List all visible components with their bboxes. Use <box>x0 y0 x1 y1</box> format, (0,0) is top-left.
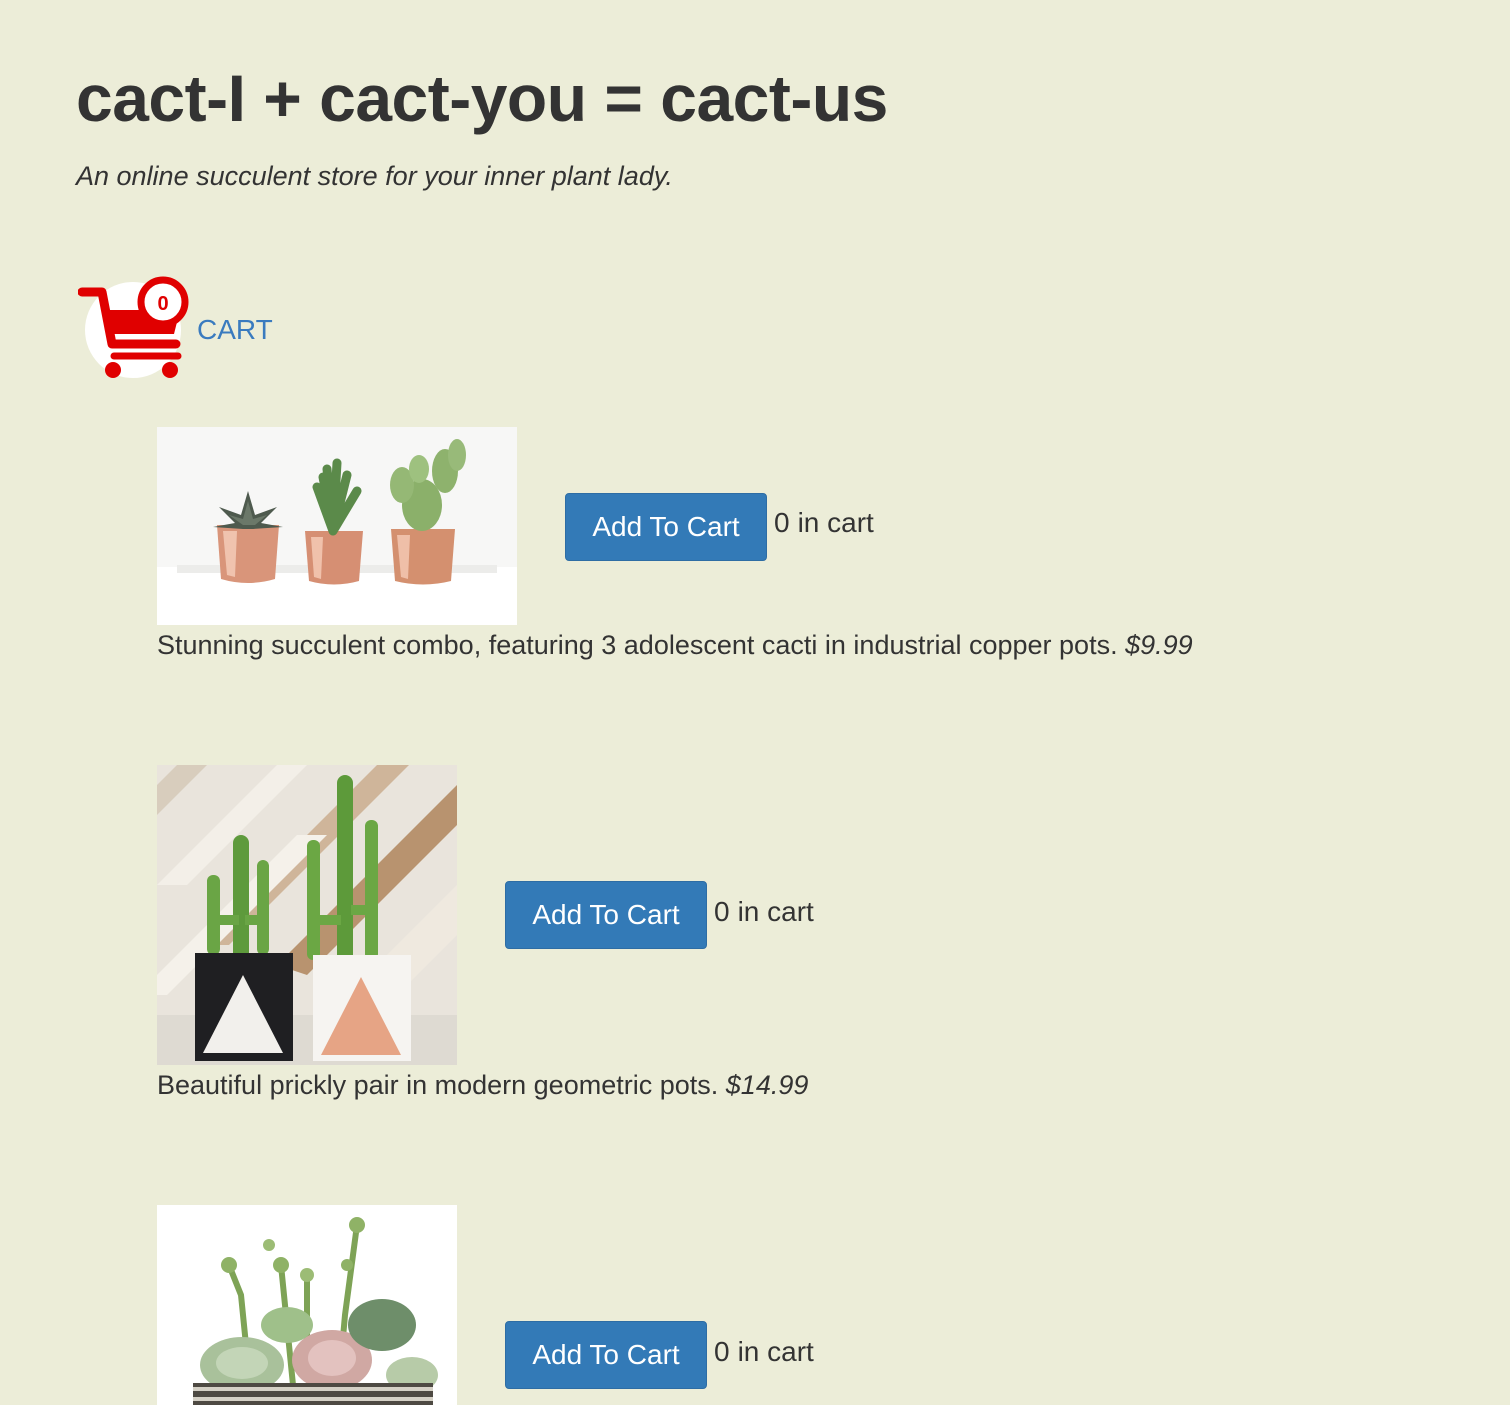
shopping-cart-icon: 0 <box>78 276 189 378</box>
in-cart-status: 0 in cart <box>714 1336 814 1368</box>
in-cart-count: 0 <box>774 507 790 538</box>
product-price: $9.99 <box>1125 630 1193 660</box>
cart-count-badge: 0 <box>157 293 168 315</box>
in-cart-status: 0 in cart <box>714 896 814 928</box>
product-image <box>157 765 457 1065</box>
add-to-cart-button[interactable]: Add To Cart <box>505 881 707 949</box>
product-price: $14.99 <box>725 1070 809 1100</box>
in-cart-status: 0 in cart <box>774 507 874 539</box>
product-item: Add To Cart 0 in cart Beautiful prickly p… <box>157 765 1157 1105</box>
add-to-cart-button[interactable]: Add To Cart <box>565 493 767 561</box>
product-description-text: Stunning succulent combo, featuring 3 ad… <box>157 630 1118 660</box>
product-description-text: Beautiful prickly pair in modern geometr… <box>157 1070 719 1100</box>
in-cart-label: in cart <box>737 896 814 927</box>
product-description: Stunning succulent combo, featuring 3 ad… <box>157 629 1193 661</box>
product-item: Add To Cart 0 in cart Stunning succulent … <box>157 427 1357 667</box>
product-image <box>157 1205 457 1405</box>
in-cart-count: 0 <box>714 1336 730 1367</box>
add-to-cart-button[interactable]: Add To Cart <box>505 1321 707 1389</box>
page-tagline: An online succulent store for your inner… <box>76 161 673 191</box>
in-cart-label: in cart <box>797 507 874 538</box>
cart-link[interactable]: 0 CART <box>78 272 278 384</box>
in-cart-count: 0 <box>714 896 730 927</box>
product-item: Add To Cart 0 in cart <box>157 1205 1157 1405</box>
page-title: cact-I + cact-you = cact-us <box>76 61 888 135</box>
in-cart-label: in cart <box>737 1336 814 1367</box>
product-description: Beautiful prickly pair in modern geometr… <box>157 1069 808 1101</box>
page: cact-I + cact-you = cact-us An online su… <box>0 0 1510 1405</box>
product-image <box>157 427 517 625</box>
cart-label[interactable]: CART <box>197 314 273 346</box>
